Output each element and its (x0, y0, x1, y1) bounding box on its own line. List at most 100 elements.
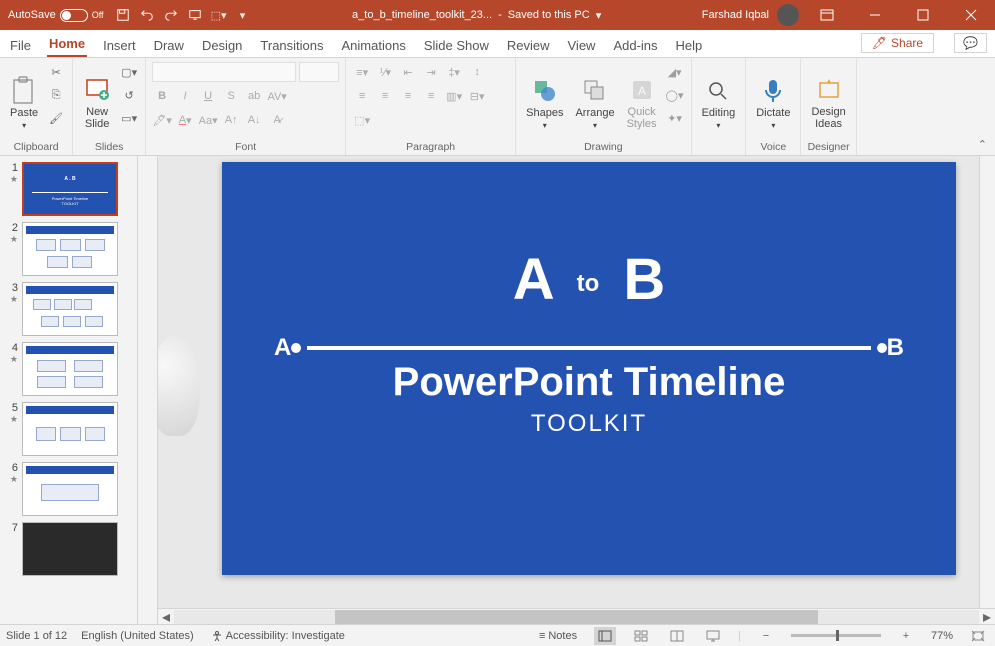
qat-customize-icon[interactable]: ▾ (234, 6, 252, 24)
shrink-font-icon[interactable]: A↓ (244, 110, 264, 130)
slide-thumbnail-5[interactable] (22, 402, 118, 456)
slide-thumbnail-6[interactable] (22, 462, 118, 516)
line-spacing-icon[interactable]: ‡▾ (444, 62, 464, 82)
indent-inc-icon[interactable]: ⇥ (421, 62, 441, 82)
grow-font-icon[interactable]: A↑ (221, 110, 241, 130)
scrollbar-thumb[interactable] (335, 610, 818, 624)
paste-button[interactable]: Paste ▾ (6, 62, 42, 132)
zoom-slider[interactable] (791, 634, 881, 637)
char-spacing-icon[interactable]: AV▾ (267, 86, 287, 106)
slide-thumbnails-panel: 1★ A . BPowerPoint TimelineTOOLKIT 2★ 3★… (0, 156, 138, 624)
underline-icon[interactable]: U (198, 86, 218, 106)
vertical-scrollbar[interactable] (979, 156, 995, 608)
new-slide-button[interactable]: New Slide (79, 62, 115, 132)
align-left-icon[interactable]: ≡ (352, 86, 372, 106)
tab-review[interactable]: Review (505, 34, 552, 57)
tab-addins[interactable]: Add-ins (611, 34, 659, 57)
shape-outline-icon[interactable]: ◯▾ (665, 85, 685, 105)
arrange-button[interactable]: Arrange▾ (571, 62, 618, 132)
reset-icon[interactable]: ↺ (119, 85, 139, 105)
collapse-ribbon-icon[interactable]: ⌃ (970, 134, 995, 155)
slide-thumbnail-7[interactable] (22, 522, 118, 576)
align-right-icon[interactable]: ≡ (398, 86, 418, 106)
indent-dec-icon[interactable]: ⇤ (398, 62, 418, 82)
minimize-button[interactable] (855, 0, 895, 30)
tab-slideshow[interactable]: Slide Show (422, 34, 491, 57)
slide-thumbnail-2[interactable] (22, 222, 118, 276)
reading-view-icon[interactable] (666, 627, 688, 645)
convert-smartart-icon[interactable]: ⬚▾ (352, 110, 372, 130)
maximize-button[interactable] (903, 0, 943, 30)
tab-draw[interactable]: Draw (152, 34, 186, 57)
slide-thumbnail-3[interactable] (22, 282, 118, 336)
align-center-icon[interactable]: ≡ (375, 86, 395, 106)
autosave-toggle[interactable]: AutoSave Off (4, 9, 108, 22)
editing-button[interactable]: Editing▾ (698, 62, 740, 132)
undo-icon[interactable] (138, 6, 156, 24)
bold-icon[interactable]: B (152, 86, 172, 106)
justify-icon[interactable]: ≡ (421, 86, 441, 106)
highlight-icon[interactable]: 🖊▾ (152, 110, 172, 130)
slide-editor[interactable]: A to B A B PowerPoint Timeline TOOLKIT (222, 162, 956, 575)
sorter-view-icon[interactable] (630, 627, 652, 645)
clear-format-icon[interactable]: A̷ (267, 110, 287, 130)
tab-design[interactable]: Design (200, 34, 244, 57)
touch-mode-icon[interactable]: ⬚▾ (210, 6, 228, 24)
tab-insert[interactable]: Insert (101, 34, 138, 57)
horizontal-scrollbar[interactable]: ◂ ▸ (158, 608, 995, 624)
saved-status-chevron-icon[interactable]: ▾ (596, 9, 602, 22)
tab-file[interactable]: File (8, 34, 33, 57)
comments-button[interactable]: 💬 (954, 33, 987, 53)
close-button[interactable] (951, 0, 991, 30)
present-icon[interactable] (186, 6, 204, 24)
scroll-right-icon[interactable]: ▸ (979, 607, 995, 625)
tab-home[interactable]: Home (47, 32, 87, 57)
fit-window-icon[interactable] (967, 627, 989, 645)
design-ideas-button[interactable]: Design Ideas (807, 62, 849, 132)
text-direction-icon[interactable]: ↕ (467, 62, 487, 82)
notes-button[interactable]: ≡ Notes (536, 630, 580, 642)
cut-icon[interactable]: ✂ (46, 62, 66, 82)
normal-view-icon[interactable] (594, 627, 616, 645)
zoom-out-icon[interactable]: − (755, 627, 777, 645)
language-status[interactable]: English (United States) (81, 630, 194, 642)
tab-transitions[interactable]: Transitions (258, 34, 325, 57)
format-painter-icon[interactable]: 🖌 (46, 108, 66, 128)
section-icon[interactable]: ▭▾ (119, 108, 139, 128)
slide-counter[interactable]: Slide 1 of 12 (6, 630, 67, 642)
user-avatar[interactable] (777, 4, 799, 26)
font-color-icon[interactable]: A▾ (175, 110, 195, 130)
tab-animations[interactable]: Animations (340, 34, 408, 57)
italic-icon[interactable]: I (175, 86, 195, 106)
shadow-icon[interactable]: ab (244, 86, 264, 106)
slide-thumbnail-1[interactable]: A . BPowerPoint TimelineTOOLKIT (22, 162, 118, 216)
quick-styles-button[interactable]: A Quick Styles (623, 62, 661, 132)
scroll-left-icon[interactable]: ◂ (158, 607, 174, 625)
dictate-button[interactable]: Dictate▾ (752, 62, 794, 132)
bullets-icon[interactable]: ≡▾ (352, 62, 372, 82)
accessibility-status[interactable]: Accessibility: Investigate (208, 630, 348, 642)
strikethrough-icon[interactable]: S (221, 86, 241, 106)
tab-view[interactable]: View (566, 34, 598, 57)
autosave-label: AutoSave (8, 9, 56, 21)
change-case-icon[interactable]: Aa▾ (198, 110, 218, 130)
numbering-icon[interactable]: ⅟▾ (375, 62, 395, 82)
share-button[interactable]: 🖊 Share (861, 33, 934, 53)
shape-fill-icon[interactable]: ◢▾ (665, 62, 685, 82)
slide-thumbnail-4[interactable] (22, 342, 118, 396)
shapes-button[interactable]: Shapes▾ (522, 62, 567, 132)
ribbon-display-icon[interactable] (807, 0, 847, 30)
slideshow-view-icon[interactable] (702, 627, 724, 645)
redo-icon[interactable] (162, 6, 180, 24)
align-text-icon[interactable]: ⊟▾ (467, 86, 487, 106)
save-icon[interactable] (114, 6, 132, 24)
zoom-level[interactable]: 77% (931, 630, 953, 642)
copy-icon[interactable]: ⎘ (46, 85, 66, 105)
columns-icon[interactable]: ▥▾ (444, 86, 464, 106)
group-voice: Dictate▾ Voice (746, 58, 801, 155)
layout-icon[interactable]: ▢▾ (119, 62, 139, 82)
toggle-switch[interactable] (60, 9, 88, 22)
zoom-in-icon[interactable]: + (895, 627, 917, 645)
tab-help[interactable]: Help (674, 34, 705, 57)
shape-effects-icon[interactable]: ✦▾ (665, 108, 685, 128)
